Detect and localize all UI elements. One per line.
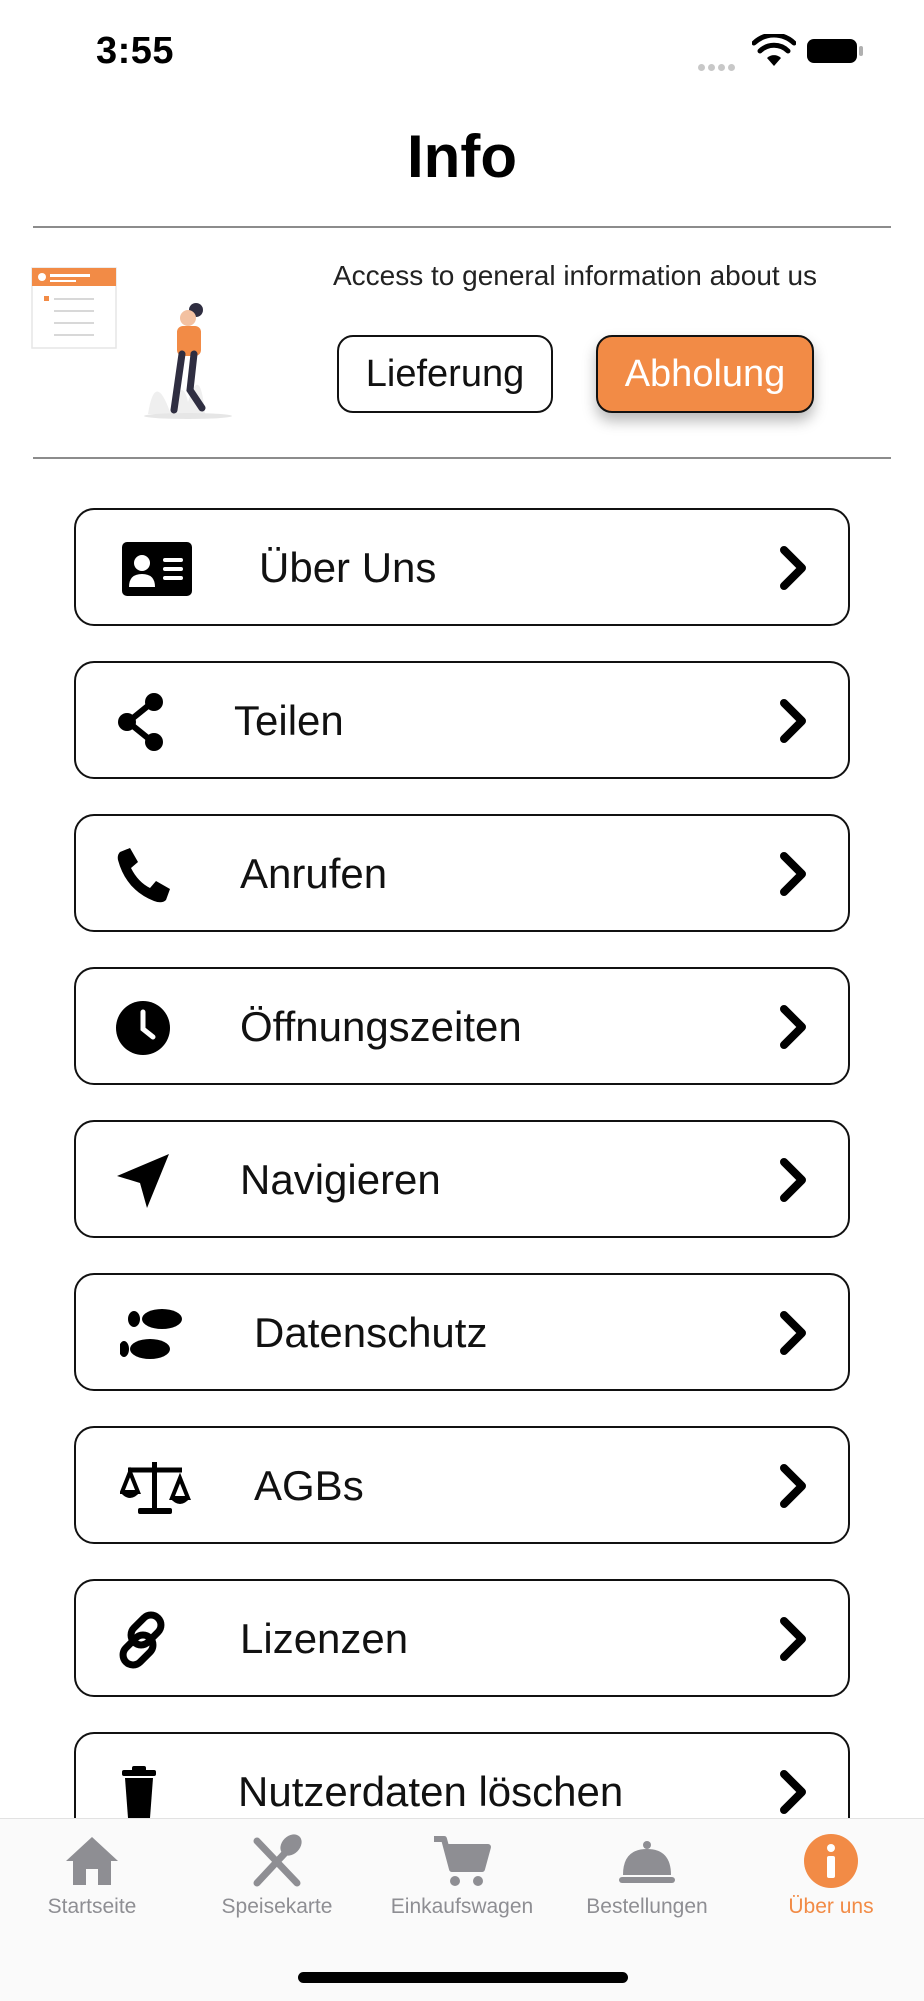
chevron-right-icon bbox=[780, 546, 806, 590]
tab-einkaufswagen[interactable]: Einkaufswagen bbox=[370, 1819, 554, 1959]
tab-speisekarte[interactable]: Speisekarte bbox=[185, 1819, 369, 1959]
menu-item-label: AGBs bbox=[254, 1462, 364, 1509]
cart-icon bbox=[434, 1836, 491, 1886]
balance-scale-icon bbox=[120, 1462, 191, 1514]
tab-label: Bestellungen bbox=[586, 1895, 708, 1918]
chevron-right-icon bbox=[780, 1311, 806, 1355]
trash-icon bbox=[122, 1766, 156, 1818]
chevron-right-icon bbox=[780, 1617, 806, 1661]
menu-item-anrufen[interactable]: Anrufen bbox=[74, 814, 850, 932]
home-indicator[interactable] bbox=[298, 1972, 628, 1983]
menu-item-label: Öffnungszeiten bbox=[240, 1003, 522, 1050]
menu-item-agbs[interactable]: AGBs bbox=[74, 1426, 850, 1544]
menu-item-label: Navigieren bbox=[240, 1156, 441, 1203]
menu-item-datenschutz[interactable]: Datenschutz bbox=[74, 1273, 850, 1391]
menu-item-nutzerdaten-loeschen[interactable]: Nutzerdaten löschen bbox=[74, 1732, 850, 1818]
menu-item-navigieren[interactable]: Navigieren bbox=[74, 1120, 850, 1238]
menu-item-teilen[interactable]: Teilen bbox=[74, 661, 850, 779]
menu-item-label: Teilen bbox=[234, 697, 344, 744]
chevron-right-icon bbox=[780, 699, 806, 743]
tab-label: Speisekarte bbox=[221, 1895, 333, 1918]
menu-item-label: Nutzerdaten löschen bbox=[238, 1768, 624, 1815]
clock-icon bbox=[116, 1001, 170, 1055]
menu-item-label: Datenschutz bbox=[254, 1309, 488, 1356]
chevron-right-icon bbox=[780, 1005, 806, 1049]
id-card-icon bbox=[122, 542, 192, 596]
location-arrow-icon bbox=[117, 1154, 169, 1208]
tab-label: Startseite bbox=[47, 1895, 137, 1918]
menu-item-label: Über Uns bbox=[259, 544, 437, 591]
utensils-icon bbox=[253, 1834, 302, 1887]
share-icon bbox=[118, 693, 163, 751]
cloche-icon bbox=[619, 1841, 675, 1883]
tab-label: Über uns bbox=[788, 1895, 874, 1918]
home-icon bbox=[66, 1837, 118, 1885]
chevron-right-icon bbox=[780, 1158, 806, 1202]
info-menu-list[interactable]: Über Uns Teilen Anrufen Öffnungszeiten N… bbox=[0, 0, 924, 1818]
chevron-right-icon bbox=[780, 1464, 806, 1508]
menu-item-label: Lizenzen bbox=[240, 1615, 409, 1662]
menu-item-label: Anrufen bbox=[240, 850, 388, 897]
footprints-icon bbox=[120, 1309, 182, 1359]
menu-item-ueber-uns[interactable]: Über Uns bbox=[74, 508, 850, 626]
info-icon bbox=[804, 1834, 858, 1888]
menu-item-lizenzen[interactable]: Lizenzen bbox=[74, 1579, 850, 1697]
phone-icon bbox=[117, 848, 170, 903]
menu-item-oeffnungszeiten[interactable]: Öffnungszeiten bbox=[74, 967, 850, 1085]
chevron-right-icon bbox=[780, 852, 806, 896]
chevron-right-icon bbox=[780, 1770, 806, 1814]
tab-label: Einkaufswagen bbox=[390, 1895, 534, 1918]
tab-bestellungen[interactable]: Bestellungen bbox=[555, 1819, 739, 1959]
tab-startseite[interactable]: Startseite bbox=[0, 1819, 184, 1959]
tab-ueber-uns[interactable]: Über uns bbox=[739, 1819, 923, 1959]
link-icon bbox=[119, 1611, 165, 1669]
